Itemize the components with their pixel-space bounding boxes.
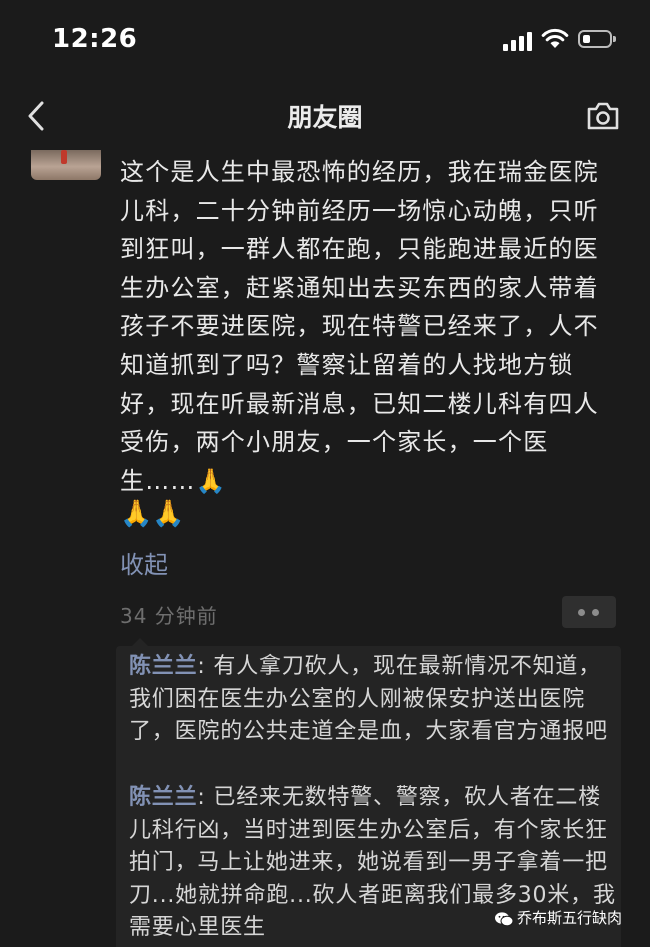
watermark-text: 乔布斯五行缺肉	[517, 909, 623, 927]
nav-bar: 朋友圈	[0, 80, 650, 152]
battery-icon	[578, 30, 616, 48]
post-emoji-line: 🙏🙏	[120, 499, 185, 529]
dot-icon	[592, 609, 599, 616]
comments-panel: 陈兰兰: 有人拿刀砍人，现在最新情况不知道，我们困在医生办公室的人刚被保安护送出…	[116, 638, 621, 947]
wechat-logo-icon	[495, 911, 514, 926]
status-bar: 12:26	[0, 0, 650, 80]
cellular-signal-icon	[503, 31, 533, 51]
post-timestamp: 34 分钟前	[120, 604, 218, 628]
comment-item[interactable]: 陈兰兰: 有人拿刀砍人，现在最新情况不知道，我们困在医生办公室的人刚被保安护送出…	[129, 651, 617, 749]
wifi-icon	[541, 28, 569, 54]
dot-icon	[578, 609, 585, 616]
post-text: 这个是人生中最恐怖的经历，我在瑞金医院儿科，二十分钟前经历一场惊心动魄，只听到狂…	[120, 158, 599, 495]
watermark: 乔布斯五行缺肉	[494, 906, 622, 930]
collapse-link[interactable]: 收起	[120, 545, 168, 580]
moments-screen: 12:26 朋友圈 这个是人生中最恐怖的经历，我在瑞金医院儿科，二十分钟前经历一…	[0, 0, 650, 947]
avatar[interactable]	[31, 150, 101, 180]
camera-icon	[587, 102, 619, 130]
comment-separator: :	[197, 654, 214, 679]
comment-separator: :	[197, 785, 214, 810]
status-time: 12:26	[52, 24, 138, 54]
more-actions-button[interactable]	[562, 596, 616, 628]
camera-button[interactable]	[585, 100, 621, 132]
comment-author[interactable]: 陈兰兰	[129, 654, 197, 679]
page-title: 朋友圈	[287, 103, 363, 132]
comment-author[interactable]: 陈兰兰	[129, 785, 197, 810]
